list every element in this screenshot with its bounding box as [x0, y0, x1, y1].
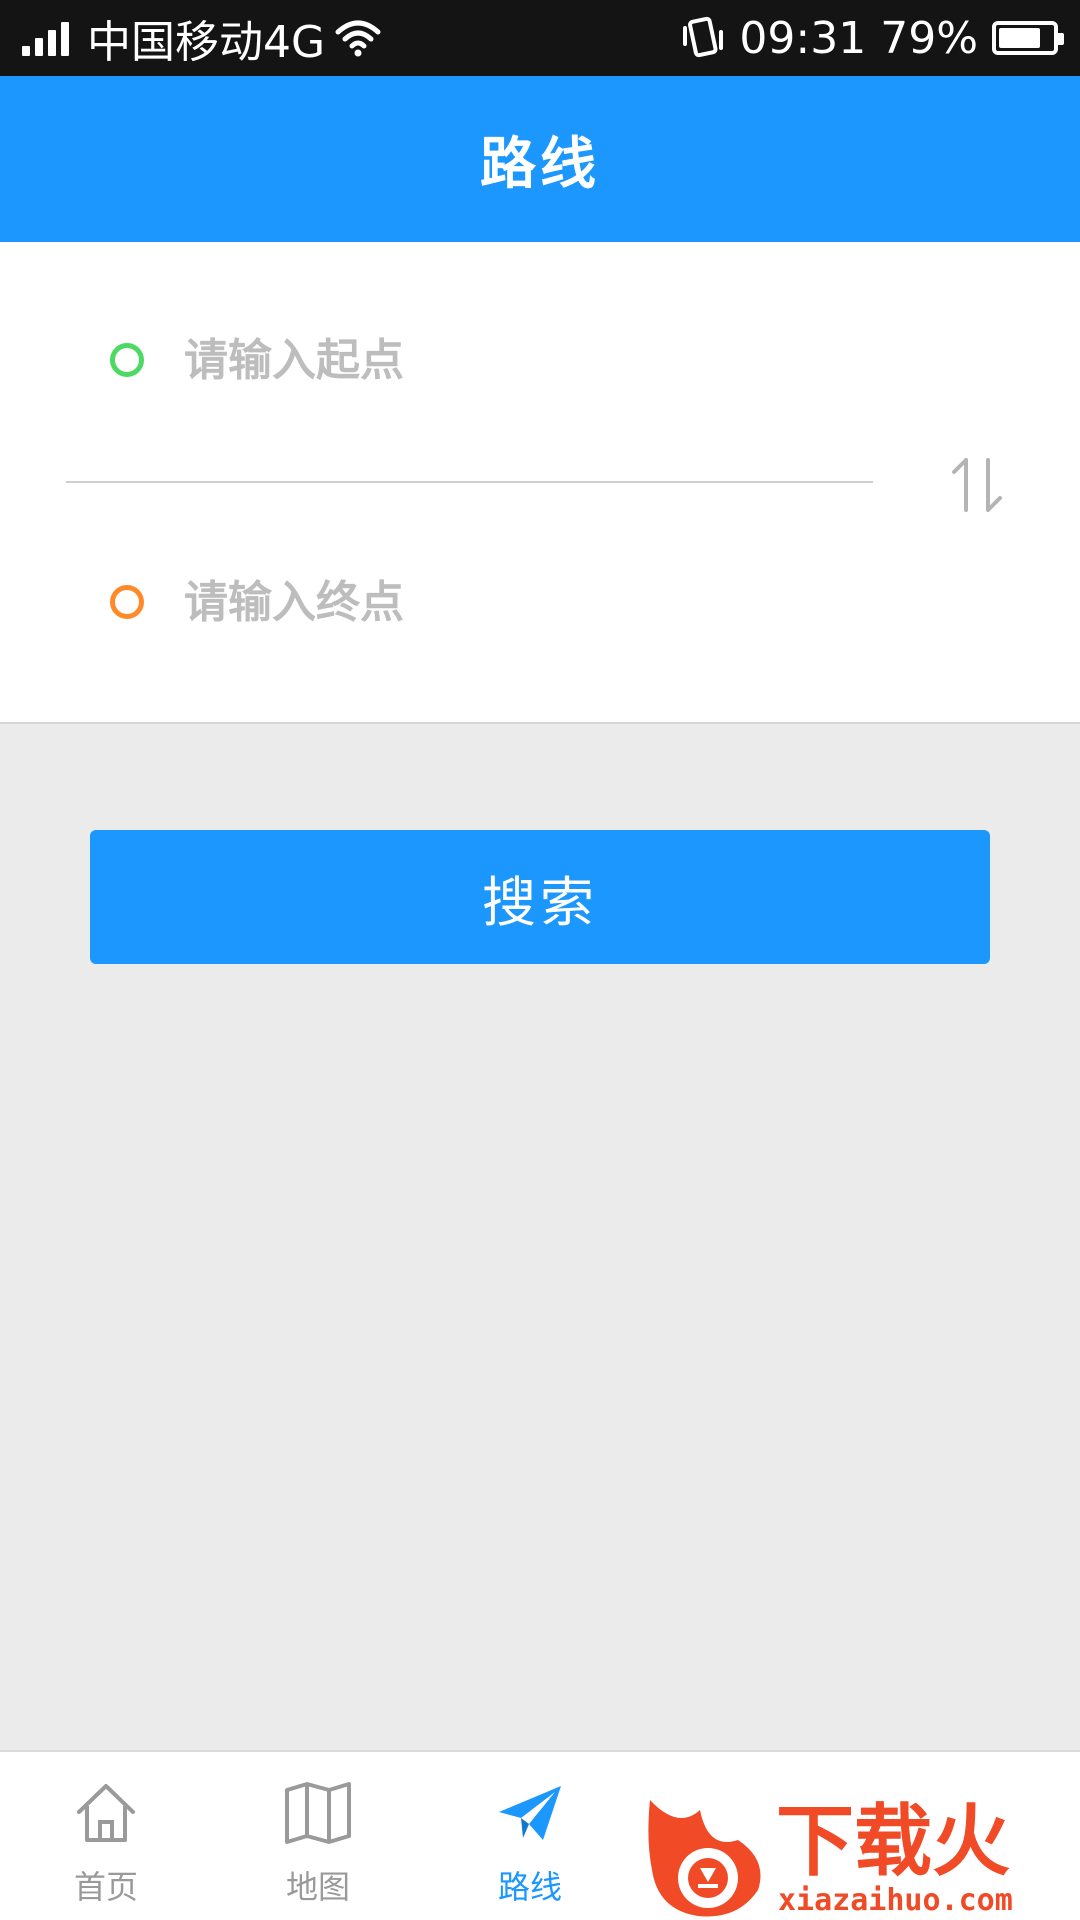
status-left: 中国移动4G	[22, 6, 381, 70]
carrier-label: 中国移动4G	[87, 17, 326, 68]
route-page: 中国移动4G 09:31 79% 路线 请输入起点 请输入终点 搜索 首页 地图…	[0, 0, 1080, 1920]
end-point-input[interactable]	[182, 575, 842, 629]
status-right: 09:31 79%	[681, 12, 1064, 64]
battery-icon	[992, 21, 1064, 55]
status-bar: 中国移动4G 09:31 79%	[0, 0, 1080, 76]
nav-item-home[interactable]: 首页	[0, 1752, 212, 1920]
paper-plane-icon	[499, 1786, 561, 1840]
end-point-row	[0, 537, 880, 667]
home-icon	[77, 1784, 135, 1842]
wifi-icon	[335, 20, 381, 57]
nav-label-home: 首页	[73, 1868, 138, 1906]
start-point-row	[0, 295, 880, 425]
swap-route-button[interactable]	[940, 448, 1014, 522]
swap-icon	[952, 458, 1002, 512]
clock: 09:31	[739, 12, 867, 64]
end-point-icon	[110, 585, 144, 619]
page-title: 路线	[480, 131, 600, 197]
nav-item-route[interactable]: 路线	[424, 1752, 636, 1920]
input-divider	[66, 481, 873, 483]
watermark-text: 下载火	[776, 1797, 1010, 1887]
start-point-input[interactable]	[182, 333, 842, 387]
watermark-domain: xiazaihuo.com	[778, 1883, 1013, 1918]
app-header: 路线	[0, 76, 1080, 242]
nav-label-map: 地图	[285, 1868, 350, 1906]
nav-item-map[interactable]: 地图	[212, 1752, 424, 1920]
signal-icon	[22, 20, 69, 56]
battery-fill	[999, 28, 1041, 48]
battery-percent: 79%	[880, 12, 978, 64]
search-button[interactable]: 搜索	[90, 830, 990, 964]
map-icon	[285, 1782, 351, 1844]
nav-label-route: 路线	[497, 1868, 562, 1906]
watermark-logo: 下载火 xiazaihuo.com	[648, 1797, 1013, 1918]
start-point-icon	[110, 343, 144, 377]
vibrate-icon	[683, 16, 724, 58]
